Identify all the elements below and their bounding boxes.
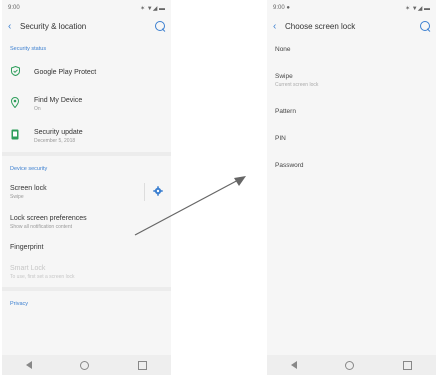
app-bar: ‹ Security & location — [2, 16, 171, 36]
section-header-security-status: Security status — [10, 46, 47, 52]
nav-recent-icon[interactable] — [137, 360, 147, 370]
option-title: None — [275, 46, 291, 53]
page-title: Security & location — [20, 21, 87, 31]
option-title: Swipe — [275, 73, 293, 80]
item-title: Fingerprint — [10, 244, 44, 251]
item-subtitle: To use, first set a screen lock — [10, 274, 75, 280]
option-title: PIN — [275, 135, 286, 142]
play-protect-item[interactable]: Google Play Protect — [2, 56, 171, 88]
item-title: Find My Device — [34, 96, 83, 104]
phone-update-icon — [10, 127, 20, 145]
search-icon[interactable] — [420, 21, 430, 31]
page-title: Choose screen lock — [285, 21, 356, 31]
lock-option-pattern[interactable]: Pattern — [267, 98, 436, 125]
item-subtitle: Show all notification content — [10, 224, 72, 230]
option-title: Pattern — [275, 108, 296, 115]
security-update-item[interactable]: Security update December 5, 2018 — [2, 120, 171, 152]
item-subtitle: On — [34, 105, 41, 112]
search-icon[interactable] — [155, 21, 165, 31]
status-bar: 9:00 ● ✶ ▼◢ ▬ — [267, 0, 436, 16]
nav-home-icon[interactable] — [80, 360, 90, 370]
nav-home-icon[interactable] — [345, 360, 355, 370]
item-subtitle: December 5, 2018 — [34, 137, 76, 144]
lock-option-swipe[interactable]: Swipe Current screen lock — [267, 63, 436, 98]
shield-check-icon — [10, 63, 20, 81]
nav-back-icon[interactable] — [291, 361, 298, 369]
section-header-privacy: Privacy — [10, 301, 29, 307]
status-time: 9:00 ● — [273, 5, 290, 11]
nav-bar — [267, 355, 436, 375]
find-my-device-item[interactable]: Find My Device On — [2, 88, 171, 120]
transition-arrow — [134, 176, 246, 236]
item-title: Smart Lock — [10, 265, 46, 272]
option-subtitle: Current screen lock — [275, 82, 319, 88]
item-title: Screen lock — [10, 184, 47, 192]
status-time: 9:00 — [8, 5, 20, 11]
item-title: Security update — [34, 128, 83, 136]
fingerprint-item[interactable]: Fingerprint — [2, 237, 171, 258]
status-bar: 9:00 ✶ ▼◢ ▬ — [2, 0, 171, 16]
choose-screen-lock-screen: 9:00 ● ✶ ▼◢ ▬ ‹ Choose screen lock None … — [267, 0, 436, 375]
lock-option-password[interactable]: Password — [267, 152, 436, 179]
lock-option-pin[interactable]: PIN — [267, 125, 436, 152]
lock-option-none[interactable]: None — [267, 36, 436, 63]
app-bar: ‹ Choose screen lock — [267, 16, 436, 36]
location-pin-icon — [10, 95, 20, 113]
smart-lock-item: Smart Lock To use, first set a screen lo… — [2, 258, 171, 287]
status-icons: ✶ ▼◢ ▬ — [405, 5, 430, 12]
back-arrow-icon[interactable]: ‹ — [273, 21, 285, 32]
item-title: Lock screen preferences — [10, 215, 87, 222]
nav-bar — [2, 355, 171, 375]
option-title: Password — [275, 162, 304, 169]
status-icons: ✶ ▼◢ ▬ — [140, 5, 165, 12]
nav-back-icon[interactable] — [26, 361, 33, 369]
item-subtitle: Swipe — [10, 193, 24, 200]
item-title: Google Play Protect — [34, 68, 97, 76]
back-arrow-icon[interactable]: ‹ — [8, 21, 20, 32]
nav-recent-icon[interactable] — [402, 360, 412, 370]
